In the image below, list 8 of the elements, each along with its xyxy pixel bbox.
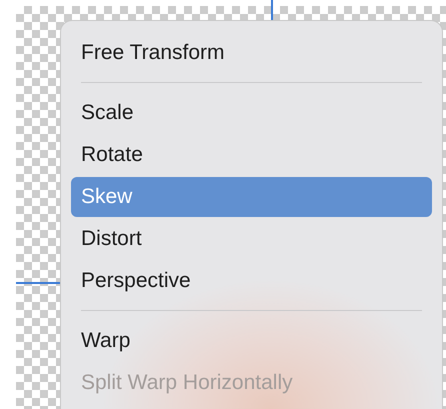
menu-item[interactable]: Distort	[71, 219, 432, 259]
guide-line	[16, 282, 60, 284]
menu-item[interactable]: Perspective	[71, 261, 432, 301]
menu-item[interactable]: Warp	[71, 321, 432, 361]
menu-item[interactable]: Free Transform	[71, 33, 432, 73]
menu-item[interactable]: Scale	[71, 93, 432, 133]
menu-item[interactable]: Rotate	[71, 135, 432, 175]
guide-line	[271, 0, 273, 20]
